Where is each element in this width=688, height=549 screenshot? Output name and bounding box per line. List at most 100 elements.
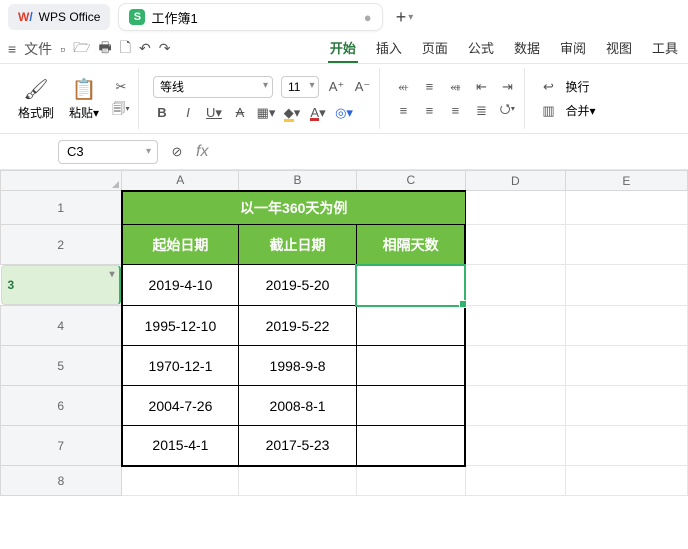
spreadsheet-grid[interactable]: A B C D E 1 以一年360天为例 2 起始日期 截止日期 相隔天数 3… bbox=[0, 170, 688, 496]
cell-A1-title[interactable]: 以一年360天为例 bbox=[122, 191, 466, 225]
open-icon[interactable]: 🗁 bbox=[73, 37, 90, 61]
format-painter-button[interactable]: 🖌 格式刷 bbox=[16, 77, 56, 121]
row-header-6[interactable]: 6 bbox=[1, 386, 122, 426]
strike-icon[interactable]: A bbox=[231, 104, 249, 122]
paste-button[interactable]: 📋 粘贴▾ bbox=[64, 77, 104, 121]
cell-A7[interactable]: 2015-4-1 bbox=[122, 426, 239, 466]
new-tab-button[interactable]: +▾ bbox=[391, 3, 419, 31]
cell-D5[interactable] bbox=[465, 346, 565, 386]
font-name-select[interactable]: 等线 bbox=[153, 76, 273, 98]
align-center-icon[interactable]: ≡ bbox=[420, 102, 438, 120]
col-header-C[interactable]: C bbox=[356, 171, 465, 191]
cell-C6[interactable] bbox=[356, 386, 465, 426]
redo-icon[interactable]: ↷ bbox=[159, 40, 171, 57]
cell-E8[interactable] bbox=[565, 466, 687, 496]
styles-icon[interactable]: ◎▾ bbox=[335, 104, 353, 122]
col-header-B[interactable]: B bbox=[239, 171, 356, 191]
cell-C7[interactable] bbox=[356, 426, 465, 466]
cell-D4[interactable] bbox=[465, 306, 565, 346]
cell-B5[interactable]: 1998-9-8 bbox=[239, 346, 356, 386]
wrap-button[interactable]: ↩ 换行 bbox=[539, 78, 595, 96]
cell-D6[interactable] bbox=[465, 386, 565, 426]
cell-B7[interactable]: 2017-5-23 bbox=[239, 426, 356, 466]
align-top-icon[interactable]: ⬴ bbox=[394, 78, 412, 96]
row-header-2[interactable]: 2 bbox=[1, 225, 122, 265]
row-header-7[interactable]: 7 bbox=[1, 426, 122, 466]
tab-start[interactable]: 开始 bbox=[328, 34, 358, 63]
print-icon[interactable]: 🖶 bbox=[99, 37, 112, 61]
col-header-E[interactable]: E bbox=[565, 171, 687, 191]
justify-icon[interactable]: ≣ bbox=[472, 102, 490, 120]
italic-icon[interactable]: I bbox=[179, 104, 197, 122]
row-header-8[interactable]: 8 bbox=[1, 466, 122, 496]
cell-C8[interactable] bbox=[356, 466, 465, 496]
cell-E5[interactable] bbox=[565, 346, 687, 386]
tab-view[interactable]: 视图 bbox=[604, 34, 634, 63]
merge-button[interactable]: ▥ 合并▾ bbox=[539, 102, 595, 120]
cell-C2[interactable]: 相隔天数 bbox=[356, 225, 465, 265]
tab-data[interactable]: 数据 bbox=[512, 34, 542, 63]
cell-A8[interactable] bbox=[122, 466, 239, 496]
select-all-corner[interactable] bbox=[1, 171, 122, 191]
row-header-5[interactable]: 5 bbox=[1, 346, 122, 386]
cell-A2[interactable]: 起始日期 bbox=[122, 225, 239, 265]
align-bottom-icon[interactable]: ⬵ bbox=[446, 78, 464, 96]
row-header-3[interactable]: 3 bbox=[1, 265, 121, 305]
save-icon[interactable]: ▫ bbox=[60, 41, 65, 57]
cell-A3[interactable]: 2019-4-10 bbox=[122, 265, 239, 306]
orientation-icon[interactable]: ⭯▾ bbox=[498, 102, 516, 120]
align-middle-icon[interactable]: ≡ bbox=[420, 78, 438, 96]
tab-insert[interactable]: 插入 bbox=[374, 34, 404, 63]
font-shrink-icon[interactable]: A⁻ bbox=[353, 78, 371, 96]
cell-B2[interactable]: 截止日期 bbox=[239, 225, 356, 265]
cell-D7[interactable] bbox=[465, 426, 565, 466]
copy-icon[interactable]: 🗐▾ bbox=[112, 102, 130, 120]
cell-C3[interactable] bbox=[356, 265, 465, 306]
fx-icon[interactable]: fx bbox=[196, 143, 208, 161]
bold-icon[interactable]: B bbox=[153, 104, 171, 122]
font-size-select[interactable]: 11 bbox=[281, 76, 319, 98]
cell-B3[interactable]: 2019-5-20 bbox=[239, 265, 356, 306]
tab-page[interactable]: 页面 bbox=[420, 34, 450, 63]
cell-D3[interactable] bbox=[465, 265, 565, 306]
indent-dec-icon[interactable]: ⇤ bbox=[472, 78, 490, 96]
row-header-4[interactable]: 4 bbox=[1, 306, 122, 346]
cell-B8[interactable] bbox=[239, 466, 356, 496]
cancel-icon[interactable]: ⊘ bbox=[168, 143, 186, 161]
preview-icon[interactable]: 🗋 bbox=[120, 37, 131, 61]
fill-color-icon[interactable]: ◆▾ bbox=[283, 104, 301, 122]
cell-E3[interactable] bbox=[565, 265, 687, 306]
cut-icon[interactable]: ✂ bbox=[112, 78, 130, 96]
tab-formula[interactable]: 公式 bbox=[466, 34, 496, 63]
cell-A5[interactable]: 1970-12-1 bbox=[122, 346, 239, 386]
cell-E6[interactable] bbox=[565, 386, 687, 426]
underline-icon[interactable]: U▾ bbox=[205, 104, 223, 122]
cell-B6[interactable]: 2008-8-1 bbox=[239, 386, 356, 426]
cell-E7[interactable] bbox=[565, 426, 687, 466]
align-left-icon[interactable]: ≡ bbox=[394, 102, 412, 120]
align-right-icon[interactable]: ≡ bbox=[446, 102, 464, 120]
cell-E2[interactable] bbox=[565, 225, 687, 265]
file-menu[interactable]: 文件 bbox=[24, 39, 52, 59]
workbook-tab[interactable]: S 工作簿1 ● bbox=[118, 3, 382, 31]
name-box[interactable]: C3 bbox=[58, 140, 158, 164]
cell-A6[interactable]: 2004-7-26 bbox=[122, 386, 239, 426]
hamburger-icon[interactable]: ≡ bbox=[8, 41, 16, 57]
col-header-D[interactable]: D bbox=[465, 171, 565, 191]
cell-E4[interactable] bbox=[565, 306, 687, 346]
cell-A4[interactable]: 1995-12-10 bbox=[122, 306, 239, 346]
indent-inc-icon[interactable]: ⇥ bbox=[498, 78, 516, 96]
cell-B4[interactable]: 2019-5-22 bbox=[239, 306, 356, 346]
cell-C5[interactable] bbox=[356, 346, 465, 386]
cell-D1[interactable] bbox=[465, 191, 565, 225]
tab-tools[interactable]: 工具 bbox=[650, 34, 680, 63]
cell-E1[interactable] bbox=[565, 191, 687, 225]
cell-C4[interactable] bbox=[356, 306, 465, 346]
font-grow-icon[interactable]: A⁺ bbox=[327, 78, 345, 96]
border-icon[interactable]: ▦▾ bbox=[257, 104, 275, 122]
app-pill[interactable]: W/ WPS Office bbox=[8, 4, 110, 30]
undo-icon[interactable]: ↶ bbox=[139, 40, 151, 57]
row-header-1[interactable]: 1 bbox=[1, 191, 122, 225]
tab-review[interactable]: 审阅 bbox=[558, 34, 588, 63]
col-header-A[interactable]: A bbox=[122, 171, 239, 191]
